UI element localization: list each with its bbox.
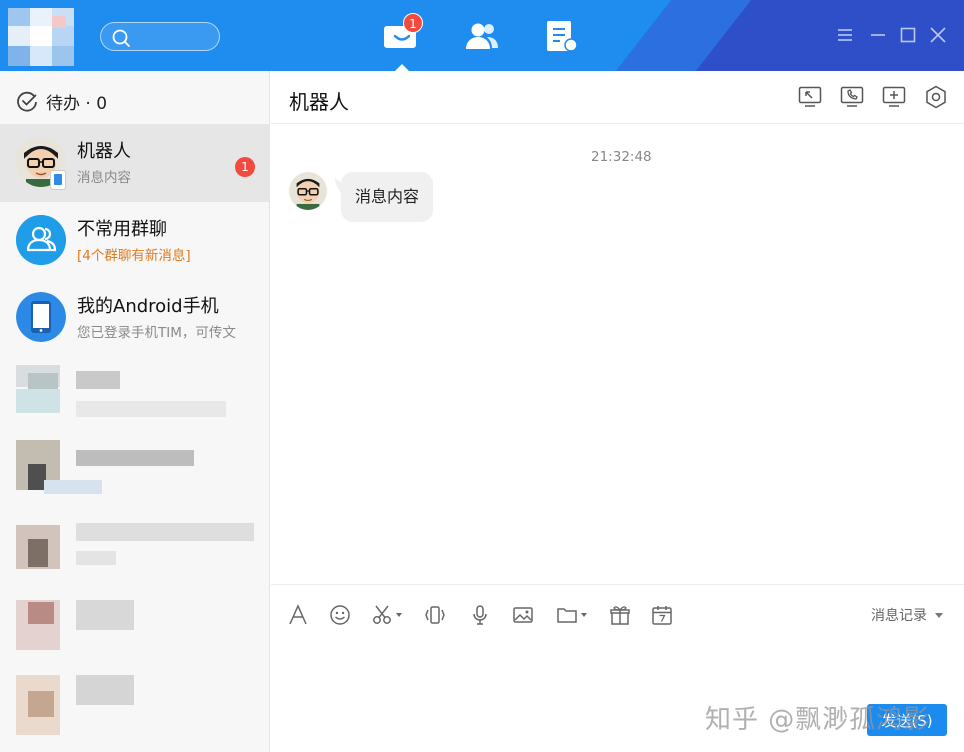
message-history-label: 消息记录: [871, 608, 927, 624]
documents-icon: [547, 21, 578, 52]
shake-button[interactable]: [424, 603, 446, 627]
todo-label: 待办 · 0: [46, 93, 108, 114]
contacts-icon: [466, 23, 498, 49]
screen-share-button[interactable]: [797, 84, 823, 110]
folder-icon: [557, 608, 577, 623]
nav-unread-badge: 1: [403, 13, 423, 33]
emoji-button[interactable]: [329, 603, 351, 627]
image-icon: [513, 607, 533, 623]
menu-button[interactable]: [836, 26, 854, 44]
send-button[interactable]: 发送(S): [867, 704, 947, 736]
phone-call-icon: [840, 86, 864, 107]
shake-icon: [425, 606, 445, 624]
phone-avatar: [16, 292, 66, 342]
font-button[interactable]: [287, 603, 309, 627]
minimize-button[interactable]: [869, 26, 887, 44]
gift-button[interactable]: [609, 603, 631, 627]
close-button[interactable]: [929, 26, 947, 44]
message-history-button[interactable]: 消息记录: [871, 605, 943, 625]
dropdown-arrow-icon: [396, 613, 402, 617]
message-timestamp: 21:32:48: [591, 149, 652, 165]
font-icon: [289, 604, 307, 625]
check-circle-icon: [17, 91, 37, 112]
chat-settings-button[interactable]: [923, 84, 949, 110]
message-area: 21:32:48 消息内容: [271, 124, 964, 584]
group-avatar: [16, 215, 66, 265]
add-member-button[interactable]: [881, 84, 907, 110]
active-tab-indicator: [395, 64, 409, 71]
dropdown-arrow-icon: [935, 612, 943, 618]
nav-documents-tab[interactable]: [543, 18, 581, 54]
file-button[interactable]: [556, 603, 587, 627]
sender-avatar[interactable]: [289, 172, 327, 210]
nav-contacts-tab[interactable]: [463, 18, 501, 54]
screen-share-icon: [798, 86, 822, 107]
todo-button[interactable]: 待办 · 0: [16, 89, 108, 114]
search-icon: [112, 29, 130, 47]
settings-hexagon-icon: [926, 85, 946, 109]
blurred-chat-item[interactable]: [14, 511, 254, 581]
add-member-icon: [882, 86, 906, 107]
mobile-phone-icon: [16, 292, 66, 342]
voice-call-button[interactable]: [839, 84, 865, 110]
chat-preview: 您已登录手机TIM，可传文: [77, 325, 236, 341]
group-folder-icon: [16, 215, 66, 265]
chat-name: 机器人: [77, 141, 131, 162]
scissors-icon: [373, 605, 391, 624]
chat-item-android-phone[interactable]: 我的Android手机 您已登录手机TIM，可传文: [0, 279, 270, 357]
microphone-icon: [473, 605, 487, 625]
chat-title: 机器人: [289, 90, 349, 114]
blurred-chat-item[interactable]: [14, 361, 244, 426]
blurred-chat-item[interactable]: [14, 436, 244, 501]
minimize-icon: [871, 34, 885, 36]
dropdown-arrow-icon: [581, 613, 587, 617]
chat-name: 不常用群聊: [77, 219, 167, 240]
maximize-button[interactable]: [899, 26, 917, 44]
image-button[interactable]: [512, 603, 534, 627]
emoji-icon: [330, 605, 350, 625]
chat-item-robot[interactable]: 机器人 消息内容 1: [0, 124, 270, 202]
unread-badge: 1: [235, 157, 255, 177]
chat-header: 机器人: [271, 71, 964, 124]
self-avatar[interactable]: [8, 8, 76, 66]
conversation-list: 待办 · 0 机器人 消息内容 1 不常用群聊 [4个群聊有新消息] 我的And…: [0, 71, 270, 752]
message-composer[interactable]: 消息记录 发送(S) 知乎 @飘渺孤鸿影: [271, 584, 964, 752]
gift-icon: [610, 606, 630, 625]
chat-preview: [4个群聊有新消息]: [77, 248, 191, 264]
calendar-icon: [652, 606, 672, 625]
screenshot-button[interactable]: [371, 603, 402, 627]
title-bar: 1: [0, 0, 964, 71]
mobile-online-icon: [50, 170, 66, 190]
blurred-chat-item[interactable]: [14, 671, 244, 741]
close-icon: [930, 27, 946, 43]
schedule-button[interactable]: [651, 603, 673, 627]
chat-name: 我的Android手机: [77, 296, 219, 317]
blurred-chat-item[interactable]: [14, 596, 244, 661]
search-input[interactable]: [100, 22, 220, 51]
voice-button[interactable]: [469, 603, 491, 627]
maximize-icon: [900, 27, 916, 43]
message-bubble[interactable]: 消息内容: [341, 172, 434, 222]
chat-item-uncommon-groups[interactable]: 不常用群聊 [4个群聊有新消息]: [0, 202, 270, 280]
menu-icon: [838, 29, 852, 41]
